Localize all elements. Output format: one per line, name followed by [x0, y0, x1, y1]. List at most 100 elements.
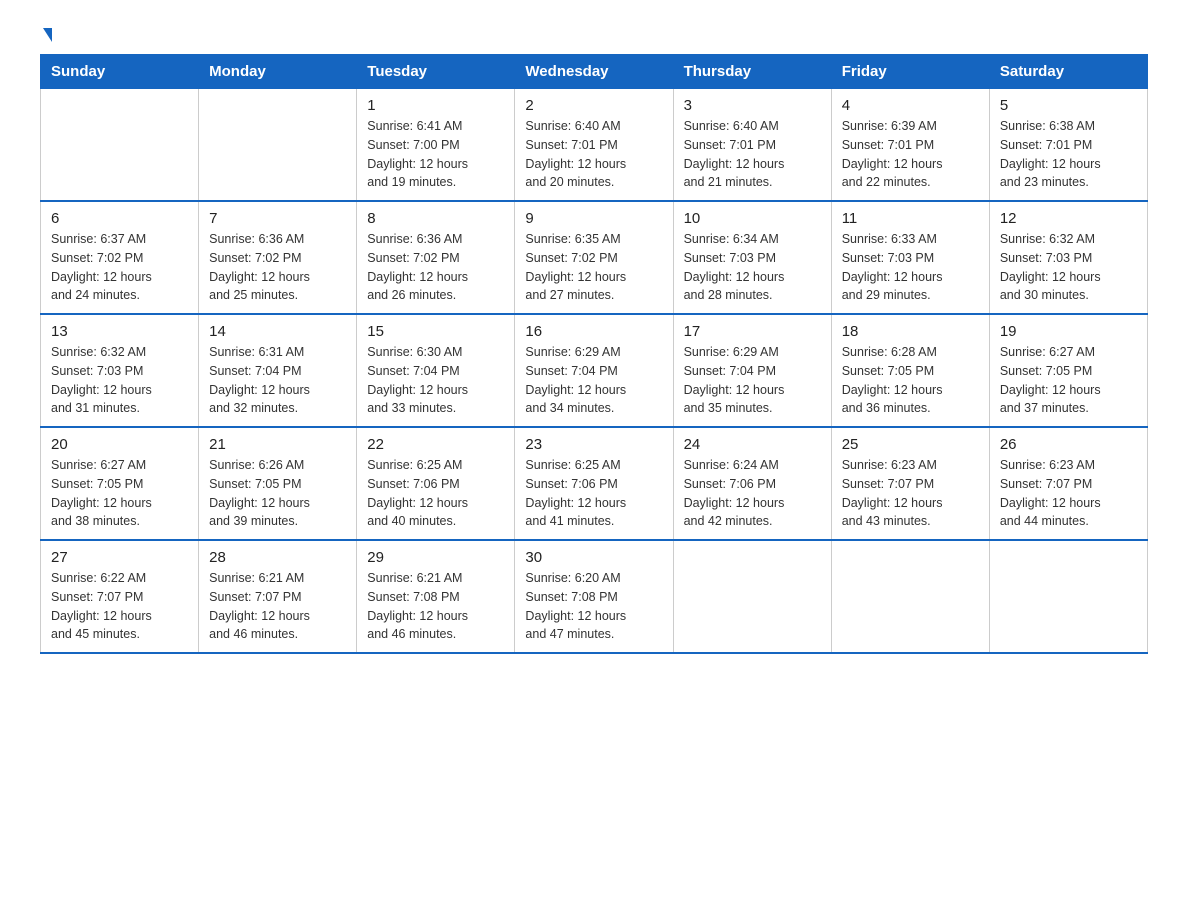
calendar-cell: 29 Sunrise: 6:21 AM Sunset: 7:08 PM Dayli… — [357, 540, 515, 653]
day-info: Sunrise: 6:37 AM Sunset: 7:02 PM Dayligh… — [51, 230, 188, 305]
calendar-cell: 20 Sunrise: 6:27 AM Sunset: 7:05 PM Dayli… — [41, 427, 199, 540]
day-number: 27 — [51, 549, 188, 566]
calendar-cell — [41, 89, 199, 202]
day-info: Sunrise: 6:25 AM Sunset: 7:06 PM Dayligh… — [367, 456, 504, 531]
calendar-cell: 16 Sunrise: 6:29 AM Sunset: 7:04 PM Dayli… — [515, 314, 673, 427]
day-number: 14 — [209, 323, 346, 340]
calendar-cell: 22 Sunrise: 6:25 AM Sunset: 7:06 PM Dayli… — [357, 427, 515, 540]
calendar-cell: 11 Sunrise: 6:33 AM Sunset: 7:03 PM Dayli… — [831, 201, 989, 314]
day-number: 20 — [51, 436, 188, 453]
day-info: Sunrise: 6:36 AM Sunset: 7:02 PM Dayligh… — [367, 230, 504, 305]
day-number: 29 — [367, 549, 504, 566]
calendar-cell: 10 Sunrise: 6:34 AM Sunset: 7:03 PM Dayli… — [673, 201, 831, 314]
calendar-cell: 9 Sunrise: 6:35 AM Sunset: 7:02 PM Daylig… — [515, 201, 673, 314]
calendar-cell: 14Sunrise: 6:31 AM Sunset: 7:04 PM Dayli… — [199, 314, 357, 427]
day-info: Sunrise: 6:26 AM Sunset: 7:05 PM Dayligh… — [209, 456, 346, 531]
calendar-cell: 6 Sunrise: 6:37 AM Sunset: 7:02 PM Daylig… — [41, 201, 199, 314]
day-info: Sunrise: 6:32 AM Sunset: 7:03 PM Dayligh… — [1000, 230, 1137, 305]
day-info: Sunrise: 6:23 AM Sunset: 7:07 PM Dayligh… — [842, 456, 979, 531]
day-number: 3 — [684, 97, 821, 114]
day-number: 18 — [842, 323, 979, 340]
day-info: Sunrise: 6:24 AM Sunset: 7:06 PM Dayligh… — [684, 456, 821, 531]
calendar-cell: 23 Sunrise: 6:25 AM Sunset: 7:06 PM Dayli… — [515, 427, 673, 540]
day-info: Sunrise: 6:27 AM Sunset: 7:05 PM Dayligh… — [1000, 343, 1137, 418]
calendar-cell: 27 Sunrise: 6:22 AM Sunset: 7:07 PM Dayli… — [41, 540, 199, 653]
day-number: 10 — [684, 210, 821, 227]
calendar-cell: 5Sunrise: 6:38 AM Sunset: 7:01 PM Daylig… — [989, 89, 1147, 202]
day-number: 19 — [1000, 323, 1137, 340]
calendar-cell: 28Sunrise: 6:21 AM Sunset: 7:07 PM Dayli… — [199, 540, 357, 653]
calendar-cell: 25 Sunrise: 6:23 AM Sunset: 7:07 PM Dayli… — [831, 427, 989, 540]
day-info: Sunrise: 6:40 AM Sunset: 7:01 PM Dayligh… — [684, 117, 821, 192]
day-info: Sunrise: 6:20 AM Sunset: 7:08 PM Dayligh… — [525, 569, 662, 644]
calendar-cell: 7 Sunrise: 6:36 AM Sunset: 7:02 PM Daylig… — [199, 201, 357, 314]
day-info: Sunrise: 6:27 AM Sunset: 7:05 PM Dayligh… — [51, 456, 188, 531]
day-info: Sunrise: 6:32 AM Sunset: 7:03 PM Dayligh… — [51, 343, 188, 418]
calendar-cell: 17Sunrise: 6:29 AM Sunset: 7:04 PM Dayli… — [673, 314, 831, 427]
day-number: 23 — [525, 436, 662, 453]
day-info: Sunrise: 6:21 AM Sunset: 7:08 PM Dayligh… — [367, 569, 504, 644]
column-header-tuesday: Tuesday — [357, 55, 515, 89]
calendar-cell: 13 Sunrise: 6:32 AM Sunset: 7:03 PM Dayli… — [41, 314, 199, 427]
calendar-cell: 12 Sunrise: 6:32 AM Sunset: 7:03 PM Dayli… — [989, 201, 1147, 314]
calendar-cell: 2 Sunrise: 6:40 AM Sunset: 7:01 PM Daylig… — [515, 89, 673, 202]
day-number: 13 — [51, 323, 188, 340]
calendar-cell: 8 Sunrise: 6:36 AM Sunset: 7:02 PM Daylig… — [357, 201, 515, 314]
day-info: Sunrise: 6:23 AM Sunset: 7:07 PM Dayligh… — [1000, 456, 1137, 531]
day-number: 2 — [525, 97, 662, 114]
day-number: 15 — [367, 323, 504, 340]
day-number: 5 — [1000, 97, 1137, 114]
calendar-cell — [831, 540, 989, 653]
calendar-week-row: 6 Sunrise: 6:37 AM Sunset: 7:02 PM Daylig… — [41, 201, 1148, 314]
calendar-cell — [673, 540, 831, 653]
logo — [40, 30, 52, 44]
calendar-cell: 1 Sunrise: 6:41 AM Sunset: 7:00 PM Daylig… — [357, 89, 515, 202]
calendar-cell: 21 Sunrise: 6:26 AM Sunset: 7:05 PM Dayli… — [199, 427, 357, 540]
calendar-cell — [989, 540, 1147, 653]
day-number: 22 — [367, 436, 504, 453]
column-header-friday: Friday — [831, 55, 989, 89]
day-number: 9 — [525, 210, 662, 227]
day-number: 8 — [367, 210, 504, 227]
column-header-thursday: Thursday — [673, 55, 831, 89]
day-number: 1 — [367, 97, 504, 114]
calendar-week-row: 27 Sunrise: 6:22 AM Sunset: 7:07 PM Dayli… — [41, 540, 1148, 653]
day-info: Sunrise: 6:22 AM Sunset: 7:07 PM Dayligh… — [51, 569, 188, 644]
day-number: 11 — [842, 210, 979, 227]
day-info: Sunrise: 6:35 AM Sunset: 7:02 PM Dayligh… — [525, 230, 662, 305]
logo-triangle-icon — [43, 28, 52, 42]
day-info: Sunrise: 6:33 AM Sunset: 7:03 PM Dayligh… — [842, 230, 979, 305]
calendar-cell: 24 Sunrise: 6:24 AM Sunset: 7:06 PM Dayli… — [673, 427, 831, 540]
day-info: Sunrise: 6:40 AM Sunset: 7:01 PM Dayligh… — [525, 117, 662, 192]
calendar-cell: 4Sunrise: 6:39 AM Sunset: 7:01 PM Daylig… — [831, 89, 989, 202]
column-header-monday: Monday — [199, 55, 357, 89]
day-info: Sunrise: 6:30 AM Sunset: 7:04 PM Dayligh… — [367, 343, 504, 418]
calendar-week-row: 20 Sunrise: 6:27 AM Sunset: 7:05 PM Dayli… — [41, 427, 1148, 540]
day-info: Sunrise: 6:25 AM Sunset: 7:06 PM Dayligh… — [525, 456, 662, 531]
day-info: Sunrise: 6:36 AM Sunset: 7:02 PM Dayligh… — [209, 230, 346, 305]
day-number: 28 — [209, 549, 346, 566]
day-number: 24 — [684, 436, 821, 453]
calendar-header: SundayMondayTuesdayWednesdayThursdayFrid… — [41, 55, 1148, 89]
day-info: Sunrise: 6:34 AM Sunset: 7:03 PM Dayligh… — [684, 230, 821, 305]
day-number: 6 — [51, 210, 188, 227]
day-number: 30 — [525, 549, 662, 566]
column-header-sunday: Sunday — [41, 55, 199, 89]
calendar-cell: 3 Sunrise: 6:40 AM Sunset: 7:01 PM Daylig… — [673, 89, 831, 202]
day-number: 4 — [842, 97, 979, 114]
calendar-cell: 19 Sunrise: 6:27 AM Sunset: 7:05 PM Dayli… — [989, 314, 1147, 427]
day-number: 12 — [1000, 210, 1137, 227]
day-number: 21 — [209, 436, 346, 453]
day-number: 16 — [525, 323, 662, 340]
day-number: 7 — [209, 210, 346, 227]
day-number: 17 — [684, 323, 821, 340]
day-number: 26 — [1000, 436, 1137, 453]
day-number: 25 — [842, 436, 979, 453]
calendar-cell: 30 Sunrise: 6:20 AM Sunset: 7:08 PM Dayli… — [515, 540, 673, 653]
calendar-cell: 15 Sunrise: 6:30 AM Sunset: 7:04 PM Dayli… — [357, 314, 515, 427]
calendar-cell: 26 Sunrise: 6:23 AM Sunset: 7:07 PM Dayli… — [989, 427, 1147, 540]
calendar-week-row: 13 Sunrise: 6:32 AM Sunset: 7:03 PM Dayli… — [41, 314, 1148, 427]
day-info: Sunrise: 6:41 AM Sunset: 7:00 PM Dayligh… — [367, 117, 504, 192]
day-info: Sunrise: 6:29 AM Sunset: 7:04 PM Dayligh… — [525, 343, 662, 418]
column-header-wednesday: Wednesday — [515, 55, 673, 89]
